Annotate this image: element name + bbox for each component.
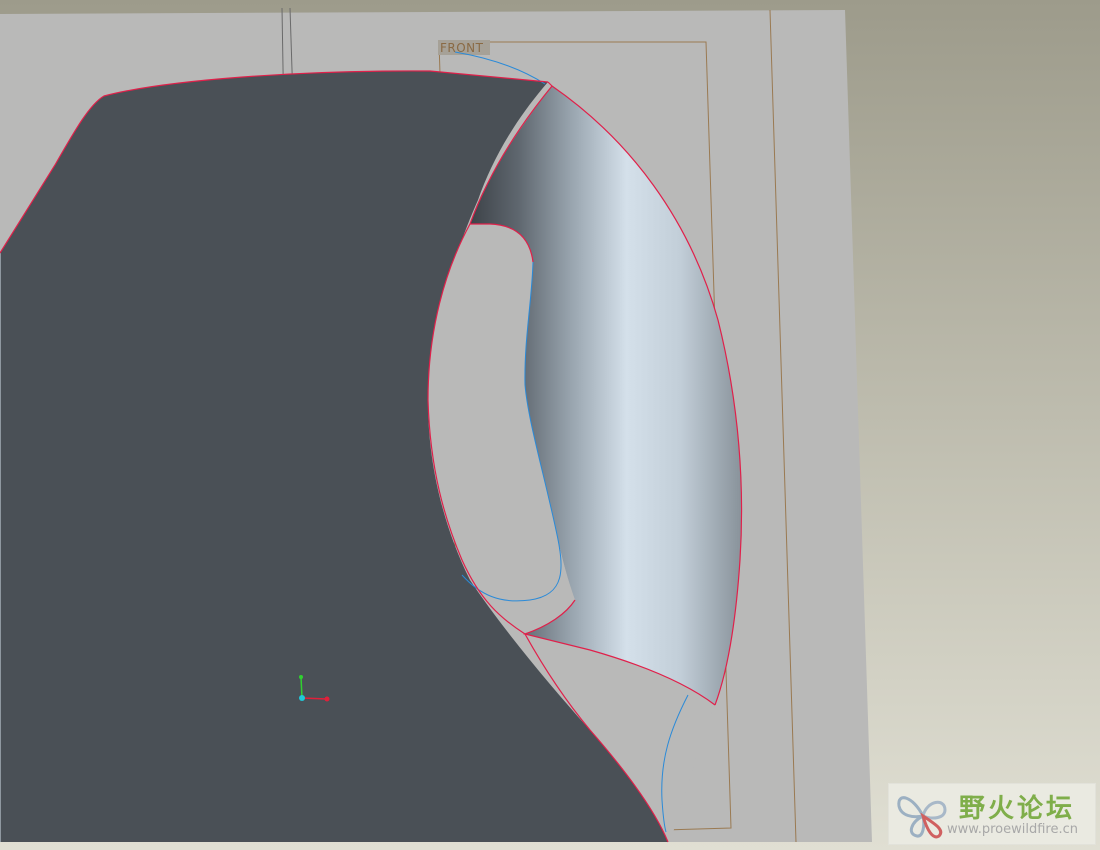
origin-icon xyxy=(299,695,305,701)
x-axis-icon xyxy=(301,697,328,700)
x-axis-tip-icon xyxy=(324,696,330,702)
watermark-title: 野火论坛 xyxy=(959,794,1076,824)
forum-watermark: 野火论坛 www.proewildfire.cn xyxy=(888,783,1096,845)
y-axis-icon xyxy=(300,676,303,699)
model-viewport[interactable]: FRONT 野火论坛 www.proewildfire.cn xyxy=(0,0,1100,850)
watermark-url: www.proewildfire.cn xyxy=(947,822,1078,837)
viewport-canvas[interactable]: FRONT xyxy=(0,0,1100,850)
y-axis-tip-icon xyxy=(299,675,303,679)
butterfly-logo-icon xyxy=(897,796,947,839)
